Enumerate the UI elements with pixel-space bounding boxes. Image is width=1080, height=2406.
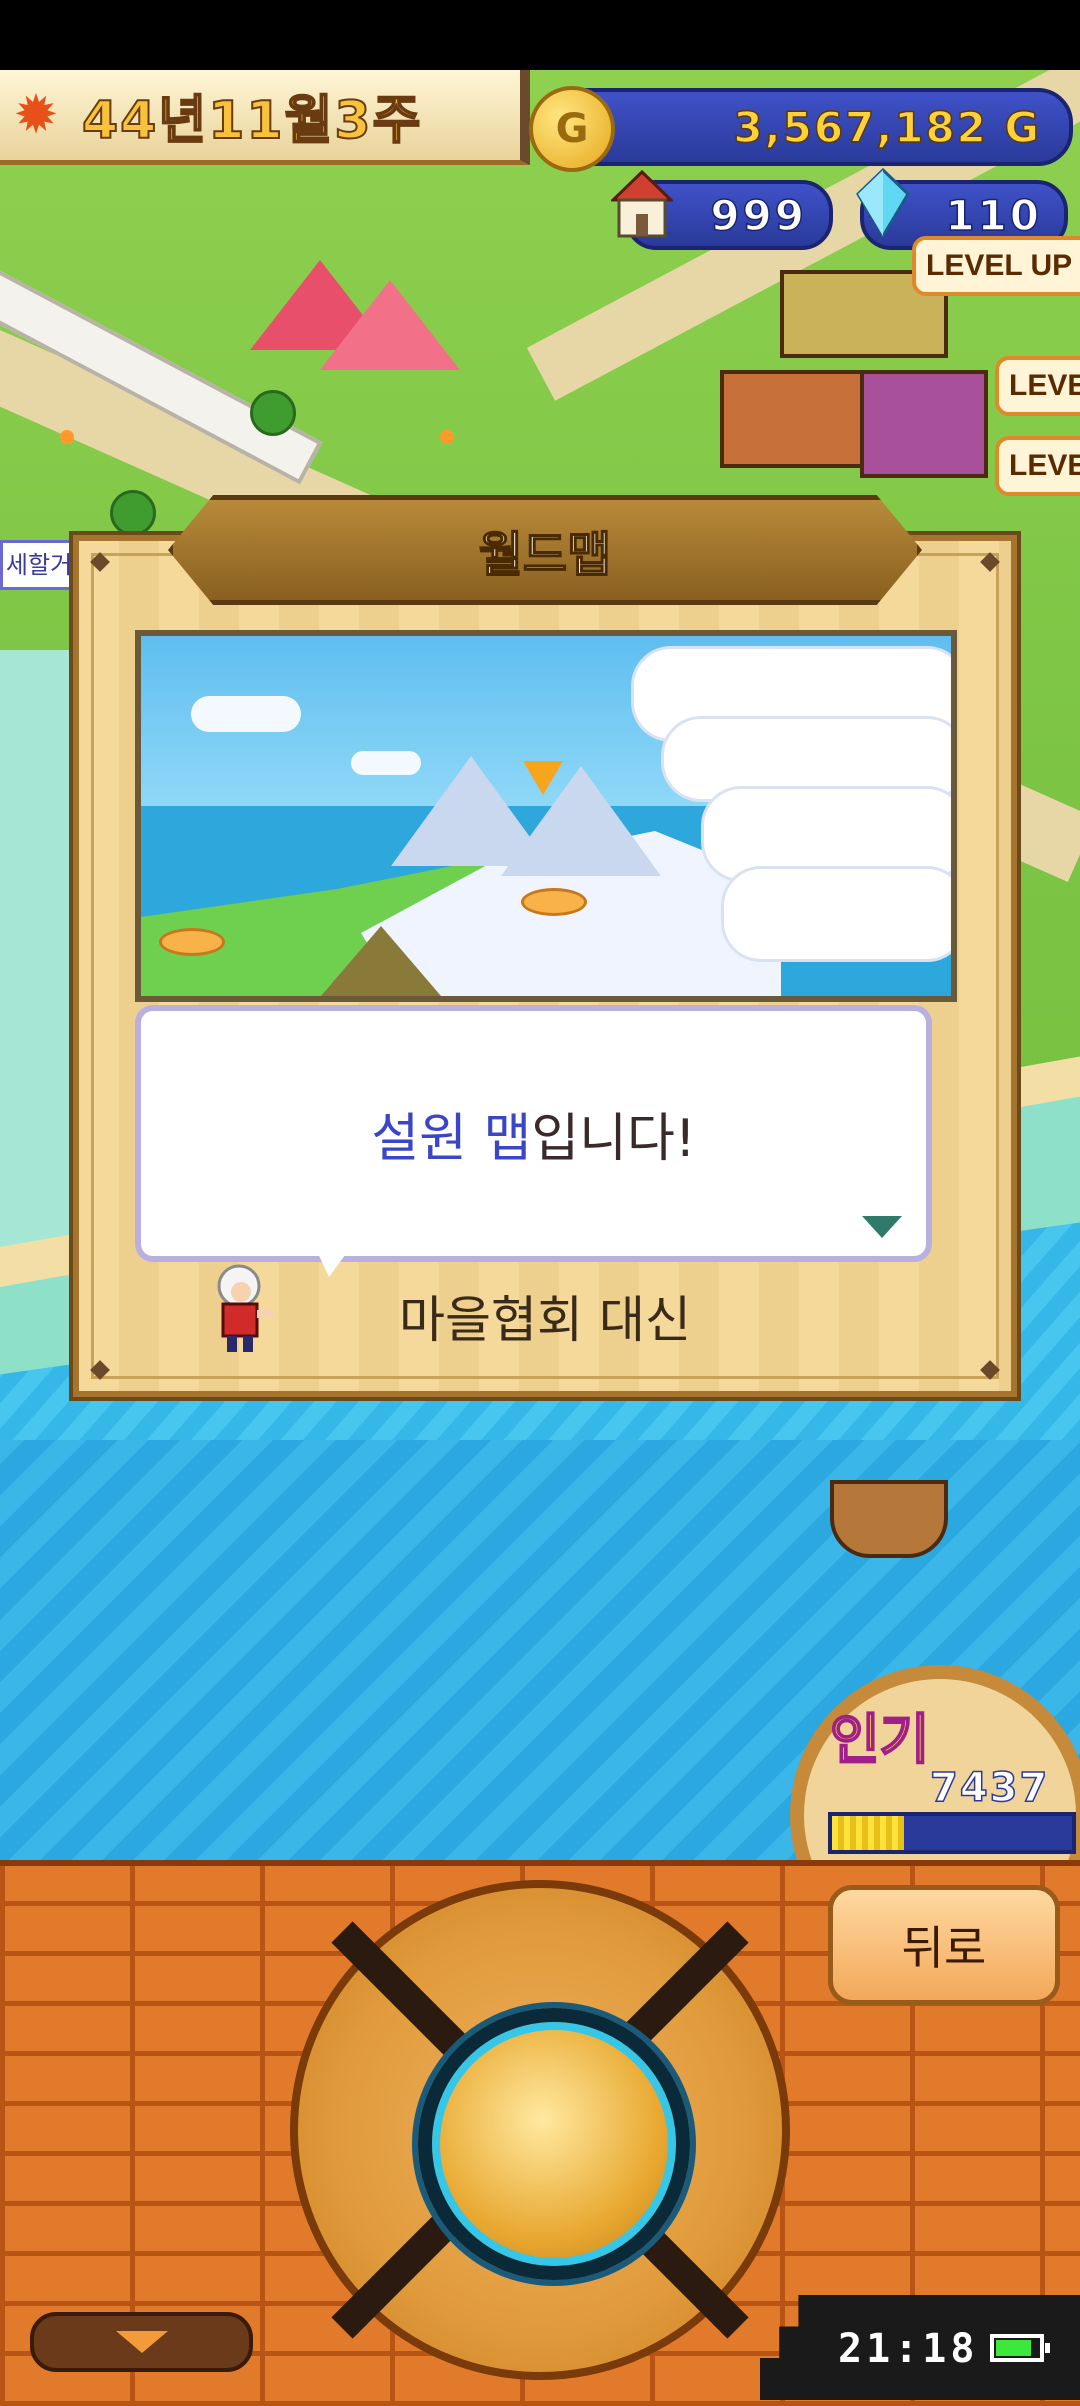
house-icon <box>611 170 673 238</box>
flower <box>60 430 74 444</box>
level-up-badge[interactable]: LEVEL UP <box>912 236 1080 296</box>
popularity-bar-fill <box>832 1816 904 1850</box>
next-arrow-icon[interactable] <box>862 1216 902 1238</box>
minister-avatar <box>217 1264 273 1352</box>
menu-toggle-button[interactable] <box>30 2312 253 2372</box>
location-marker-icon <box>523 761 563 795</box>
residents-count: 999 <box>710 190 807 241</box>
level-up-badge[interactable]: LEVEL <box>995 436 1080 496</box>
popularity-bar <box>828 1812 1076 1854</box>
speech-message-rest: 입니다! <box>531 1109 696 1169</box>
tree <box>250 390 296 436</box>
fog-cloud <box>721 866 951 962</box>
date-panel: ✹ 44년11월3주 <box>0 70 530 165</box>
clock: 21:18 <box>838 2326 979 2372</box>
battery-icon <box>990 2334 1050 2362</box>
house <box>720 370 868 468</box>
popularity-label: 인기 <box>829 1707 930 1772</box>
flower <box>440 430 454 444</box>
date-text: 44년11월3주 <box>81 90 423 152</box>
battery-fill <box>996 2340 1032 2356</box>
chevron-down-icon <box>115 2331 168 2353</box>
map-spot[interactable] <box>521 888 587 916</box>
shop <box>860 370 988 478</box>
circus-tent <box>320 280 460 370</box>
sailing-ship <box>830 1480 948 1558</box>
rivet <box>980 1360 1000 1380</box>
gold-coin-icon: G <box>529 86 615 172</box>
money-amount: 3,567,182 G <box>733 102 1041 153</box>
money-panel: G 3,567,182 G <box>529 86 1073 172</box>
back-button[interactable]: 뒤로 <box>828 1885 1060 2005</box>
directional-pad[interactable] <box>290 1880 790 2380</box>
gems-count: 110 <box>945 190 1042 241</box>
speech-tail <box>315 1247 351 1277</box>
speech-bubble[interactable]: 설원 맵입니다! <box>135 1005 932 1262</box>
map-preview[interactable] <box>135 630 957 1002</box>
side-notice-tag[interactable]: 세할거 <box>0 540 78 590</box>
speech-message: 설원 맵입니다! <box>371 1096 695 1171</box>
pyramid <box>321 926 441 996</box>
dialog-title-plate: 월드맵 <box>168 495 922 605</box>
speaker-name: 마을협회 대신 <box>399 1291 691 1349</box>
crystal-icon <box>856 168 910 238</box>
popularity-value: 7437 <box>929 1764 1050 1812</box>
dialog-title: 월드맵 <box>478 526 612 584</box>
level-up-badge[interactable]: LEVEL <box>995 356 1080 416</box>
rivet <box>90 1360 110 1380</box>
status-bar <box>0 0 1080 70</box>
rivet <box>980 552 1000 572</box>
maple-leaf-icon: ✹ <box>13 83 59 146</box>
cloud <box>191 696 301 732</box>
tree <box>110 490 156 536</box>
speech-highlight: 설원 맵 <box>371 1109 532 1169</box>
rivet <box>90 552 110 572</box>
residents-panel: 999 <box>611 170 833 250</box>
map-spot[interactable] <box>159 928 225 956</box>
confirm-button[interactable] <box>418 2008 690 2280</box>
